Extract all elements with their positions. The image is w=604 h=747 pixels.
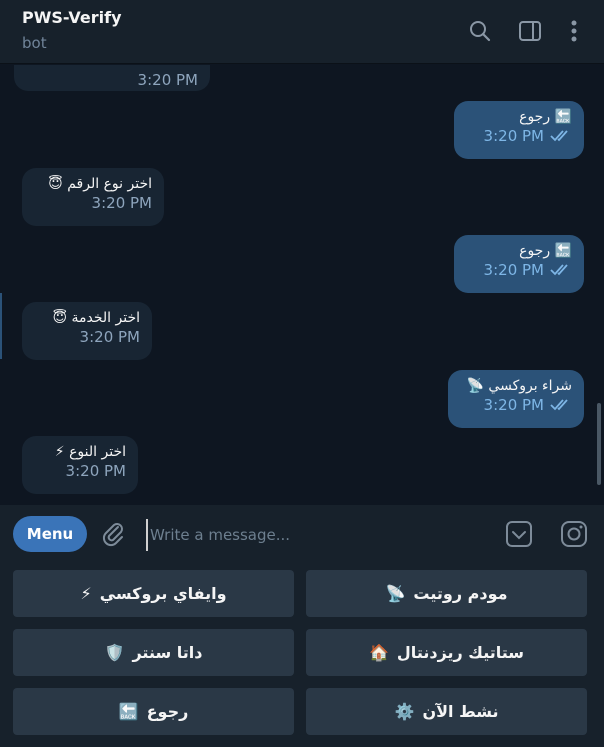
satellite-emoji-icon: 📡	[466, 378, 484, 394]
message-text: رجوع	[519, 243, 551, 259]
reply-keyboard: مودم روتيت 📡 وايفاي بروكسي ⚡ ستاتيك ريزدنت…	[0, 563, 604, 747]
keyboard-button-back[interactable]: رجوع 🔙	[13, 688, 294, 735]
message-time: 3:20 PM	[137, 71, 198, 89]
chat-scrollbar[interactable]	[597, 403, 601, 485]
read-ticks-icon	[550, 397, 572, 415]
message-list[interactable]: 3:20 PM 🔙 رجوع 3:20 PM اختر نوع الرقم 😇 …	[0, 65, 604, 505]
halo-emoji-icon: 😇	[52, 310, 68, 326]
gear-emoji-icon: ⚙️	[394, 702, 415, 721]
keyboard-button-wifi-proxy[interactable]: وايفاي بروكسي ⚡	[13, 570, 294, 617]
lightning-emoji-icon: ⚡	[80, 584, 92, 603]
keyboard-button-label: ستاتيك ريزدنتال	[396, 643, 525, 662]
message-composer: Menu	[0, 505, 604, 563]
message-outgoing[interactable]: شراء بروكسي 📡 3:20 PM	[448, 370, 584, 428]
message-incoming[interactable]: اختر الخدمة 😇 3:20 PM	[22, 302, 152, 360]
message-time: 3:20 PM	[79, 328, 140, 346]
lightning-emoji-icon: ⚡	[54, 444, 65, 460]
back-emoji-icon: 🔙	[554, 109, 572, 125]
chat-subtitle: bot	[22, 34, 47, 52]
camera-icon[interactable]	[559, 519, 589, 549]
message-outgoing[interactable]: 🔙 رجوع 3:20 PM	[454, 235, 584, 293]
house-emoji-icon: 🏠	[369, 643, 389, 662]
keyboard-button-label: وايفاي بروكسي	[99, 584, 227, 603]
chat-header: PWS-Verify bot	[0, 0, 604, 64]
paperclip-icon[interactable]	[100, 520, 128, 548]
keyboard-button-label: رجوع	[146, 702, 189, 721]
message-time: 3:20 PM	[91, 194, 152, 212]
message-text: اختر نوع الرقم	[67, 176, 152, 192]
keyboard-button-rotating-modem[interactable]: مودم روتيت 📡	[306, 570, 587, 617]
message-text: رجوع	[519, 109, 551, 125]
message-time: 3:20 PM	[65, 462, 126, 480]
keyboard-button-label: مودم روتيت	[413, 584, 508, 603]
shield-emoji-icon: 🛡️	[104, 643, 125, 662]
keyboard-button-static-residential[interactable]: ستاتيك ريزدنتال 🏠	[306, 629, 587, 676]
more-vertical-icon[interactable]	[561, 18, 587, 44]
back-emoji-icon: 🔙	[118, 702, 139, 721]
sidebar-toggle-icon[interactable]	[517, 18, 543, 44]
message-incoming[interactable]: اختر النوع ⚡ 3:20 PM	[22, 436, 138, 494]
search-icon[interactable]	[467, 18, 493, 44]
back-emoji-icon: 🔙	[554, 243, 572, 259]
satellite-emoji-icon: 📡	[385, 584, 406, 603]
halo-emoji-icon: 😇	[48, 176, 63, 192]
message-incoming[interactable]: 3:20 PM	[14, 65, 210, 91]
keyboard-button-label: داتا سنتر	[132, 643, 203, 662]
message-text: شراء بروكسي	[488, 378, 572, 394]
keyboard-button-datacenter[interactable]: داتا سنتر 🛡️	[13, 629, 294, 676]
keyboard-button-label: نشط الآن	[422, 702, 499, 721]
message-text: اختر الخدمة	[71, 310, 141, 326]
message-time: 3:20 PM	[483, 127, 544, 145]
chat-title[interactable]: PWS-Verify	[22, 8, 122, 27]
bot-commands-icon[interactable]	[504, 519, 534, 549]
message-time: 3:20 PM	[483, 396, 544, 414]
bot-menu-button[interactable]: Menu	[13, 516, 87, 552]
message-incoming[interactable]: اختر نوع الرقم 😇 3:20 PM	[22, 168, 164, 226]
message-text: اختر النوع	[69, 444, 126, 460]
read-ticks-icon	[550, 262, 572, 280]
keyboard-button-active-now[interactable]: نشط الآن ⚙️	[306, 688, 587, 735]
selection-indicator	[0, 293, 2, 359]
message-outgoing[interactable]: 🔙 رجوع 3:20 PM	[454, 101, 584, 159]
message-time: 3:20 PM	[483, 261, 544, 279]
message-input[interactable]	[146, 519, 452, 551]
read-ticks-icon	[550, 128, 572, 146]
